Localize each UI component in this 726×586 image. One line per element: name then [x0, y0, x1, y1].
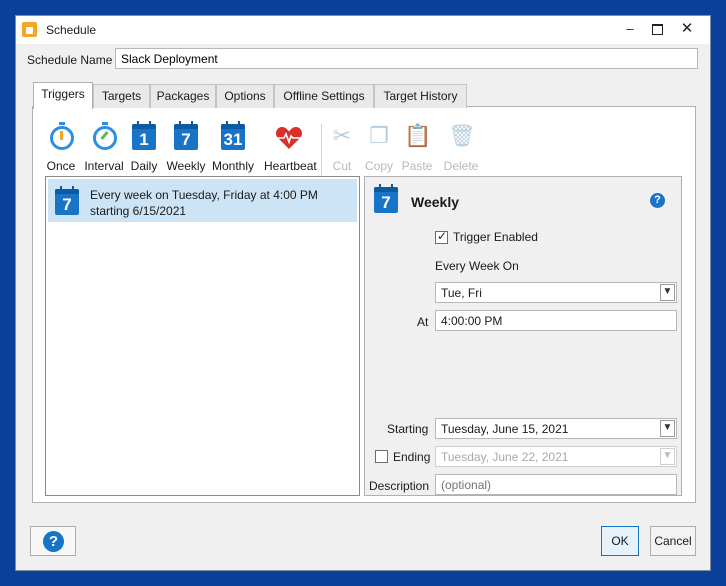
- copy-button[interactable]: ❐ Copy: [365, 122, 393, 173]
- minimize-button[interactable]: –: [617, 18, 643, 40]
- trash-icon: 🗑: [448, 123, 476, 148]
- monthly-button[interactable]: 31 Monthly: [212, 121, 254, 173]
- daily-button[interactable]: 1 Daily: [131, 121, 157, 173]
- chevron-down-icon: ▼: [660, 448, 675, 465]
- interval-button[interactable]: Interval: [84, 122, 124, 173]
- cut-button[interactable]: ✂ Cut: [329, 122, 355, 173]
- interval-clock-icon: [93, 122, 117, 150]
- title-bar: Schedule – ✕: [16, 16, 710, 44]
- chevron-down-icon: ▼: [660, 420, 675, 437]
- days-dropdown[interactable]: Tue, Fri ▼: [435, 282, 677, 303]
- tab-targets[interactable]: Targets: [93, 84, 150, 108]
- starting-value: Tuesday, June 15, 2021: [441, 422, 569, 436]
- weekly-label: Weekly: [166, 159, 206, 173]
- app-icon: [22, 22, 37, 37]
- weekly-calendar-icon: 7: [174, 121, 198, 150]
- heartbeat-button[interactable]: Heartbeat: [264, 122, 317, 173]
- starting-label: Starting: [387, 422, 429, 436]
- description-label: Description: [369, 479, 430, 493]
- copy-icon: ❐: [369, 123, 389, 148]
- schedule-name-input[interactable]: [115, 48, 698, 69]
- days-value: Tue, Fri: [441, 286, 482, 300]
- tab-target-history[interactable]: Target History: [374, 84, 467, 108]
- help-icon[interactable]: ?: [650, 193, 665, 208]
- heartbeat-label: Heartbeat: [264, 159, 317, 173]
- delete-label: Delete: [443, 159, 479, 173]
- trigger-enabled-checkbox[interactable]: [435, 229, 448, 244]
- at-label: At: [417, 315, 429, 329]
- maximize-icon: [651, 24, 663, 36]
- close-button[interactable]: ✕: [674, 18, 700, 40]
- once-button[interactable]: Once: [47, 122, 75, 173]
- schedule-name-label: Schedule Name: [27, 53, 113, 67]
- time-value: 4:00:00 PM: [441, 314, 503, 328]
- ending-date-picker[interactable]: Tuesday, June 22, 2021 ▼: [435, 446, 677, 467]
- description-input[interactable]: [435, 474, 677, 495]
- daily-calendar-icon: 1: [132, 121, 156, 150]
- maximize-button[interactable]: [644, 18, 670, 40]
- chevron-down-icon: ▼: [660, 284, 675, 301]
- trigger-list[interactable]: 7 Every week on Tuesday, Friday at 4:00 …: [45, 176, 360, 496]
- monthly-label: Monthly: [211, 159, 255, 173]
- delete-button[interactable]: 🗑 Delete: [444, 122, 479, 173]
- time-input[interactable]: 4:00:00 PM: [435, 310, 677, 331]
- every-week-on-label: Every Week On: [435, 259, 519, 273]
- monthly-calendar-icon: 31: [221, 121, 245, 150]
- once-clock-icon: [50, 122, 74, 150]
- paste-label: Paste: [401, 159, 433, 173]
- ending-value: Tuesday, June 22, 2021: [441, 450, 569, 464]
- scissors-icon: ✂: [332, 123, 352, 148]
- tab-triggers[interactable]: Triggers: [33, 82, 93, 109]
- weekly-calendar-icon: 7: [374, 184, 398, 213]
- ending-label: Ending: [393, 450, 431, 464]
- help-icon: ?: [43, 531, 64, 552]
- paste-icon: 📋: [404, 123, 432, 148]
- window-title: Schedule: [46, 23, 97, 37]
- tab-packages[interactable]: Packages: [150, 84, 216, 108]
- ok-button[interactable]: OK: [601, 526, 639, 556]
- weekly-button[interactable]: 7 Weekly: [166, 121, 206, 173]
- weekly-calendar-icon: 7: [55, 186, 79, 215]
- cancel-button[interactable]: Cancel: [650, 526, 696, 556]
- once-label: Once: [46, 159, 76, 173]
- ending-checkbox[interactable]: [375, 450, 388, 463]
- tab-offline-settings[interactable]: Offline Settings: [274, 84, 374, 108]
- detail-title: Weekly: [411, 194, 459, 210]
- trigger-enabled-label: Trigger Enabled: [453, 230, 538, 244]
- list-item[interactable]: 7 Every week on Tuesday, Friday at 4:00 …: [48, 179, 357, 222]
- heartbeat-icon: [275, 126, 303, 149]
- daily-label: Daily: [130, 159, 158, 173]
- help-button[interactable]: ?: [30, 526, 76, 556]
- trigger-description: Every week on Tuesday, Friday at 4:00 PM…: [90, 188, 318, 218]
- paste-button[interactable]: 📋 Paste: [402, 122, 433, 173]
- trigger-detail-panel: 7 Weekly ? Trigger Enabled Every Week On…: [364, 176, 682, 496]
- tab-options[interactable]: Options: [216, 84, 274, 108]
- starting-date-picker[interactable]: Tuesday, June 15, 2021 ▼: [435, 418, 677, 439]
